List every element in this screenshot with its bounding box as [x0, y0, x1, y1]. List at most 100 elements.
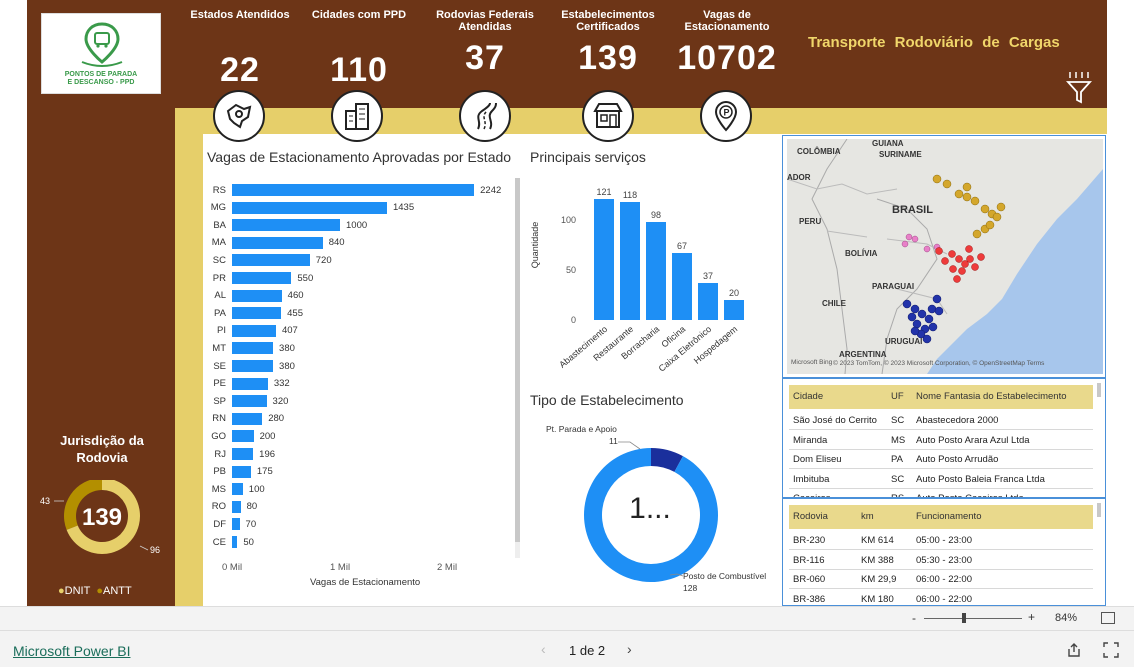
map-point[interactable] [927, 304, 937, 314]
col-header-city[interactable]: Cidade [793, 391, 823, 402]
filter-icon[interactable] [1065, 70, 1093, 104]
map-point[interactable] [965, 245, 973, 253]
bar[interactable] [232, 518, 240, 531]
bar-row-rn[interactable]: RN 280 [210, 412, 284, 426]
table-row[interactable]: BR-386 KM 180 06:00 - 22:00 [789, 590, 1093, 606]
bar-row-sc[interactable]: SC 720 [210, 253, 332, 267]
bar[interactable] [232, 307, 282, 320]
bar-row-mt[interactable]: MT 380 [210, 341, 295, 355]
bar[interactable] [232, 272, 292, 284]
table-row[interactable]: BR-230 KM 614 05:00 - 23:00 [789, 531, 1093, 550]
bar-row-se[interactable]: SE 380 [210, 359, 295, 373]
map-point[interactable] [907, 312, 917, 322]
map-point[interactable] [905, 233, 913, 241]
prev-page-icon[interactable]: ‹ [541, 641, 546, 657]
bar[interactable] [232, 201, 387, 214]
map-point[interactable] [924, 314, 934, 324]
service-bar[interactable] [620, 202, 640, 320]
map-point[interactable] [917, 309, 927, 319]
bar-row-df[interactable]: DF 70 [210, 517, 256, 531]
map-point[interactable] [966, 255, 974, 263]
bar[interactable] [232, 342, 274, 355]
col-header-hours[interactable]: Funcionamento [916, 511, 981, 522]
map-point[interactable] [910, 304, 920, 314]
map-point[interactable] [902, 299, 912, 309]
table-row[interactable]: Imbituba SC Auto Posto Baleia Franca Ltda [789, 470, 1093, 489]
map-point[interactable] [996, 202, 1006, 212]
bar[interactable] [232, 465, 251, 478]
map-point[interactable] [955, 255, 963, 263]
bar[interactable] [232, 254, 310, 267]
table-row[interactable]: Dom Eliseu PA Auto Posto Arrudão [789, 450, 1093, 469]
bar[interactable] [232, 395, 267, 408]
legend-antt[interactable]: ●ANTT [96, 585, 131, 597]
col-header-uf[interactable]: UF [891, 391, 904, 402]
establishments-table[interactable]: Cidade UF Nome Fantasia do Estabelecimen… [782, 378, 1106, 498]
map-point[interactable] [953, 275, 961, 283]
map-point[interactable] [954, 189, 964, 199]
next-page-icon[interactable]: › [627, 641, 632, 657]
bar[interactable] [232, 360, 274, 372]
table-row[interactable]: São José do Cerrito SC Abastecedora 2000 [789, 411, 1093, 430]
service-bar[interactable] [672, 253, 692, 320]
zoom-out-button[interactable]: - [912, 611, 916, 625]
table-row[interactable]: BR-116 KM 388 05:30 - 23:00 [789, 551, 1093, 570]
zoom-in-button[interactable]: + [1028, 610, 1035, 624]
bar[interactable] [232, 377, 268, 390]
bar[interactable] [232, 219, 340, 232]
map-visual[interactable]: COLÔMBIA GUIANA SURINAME ADOR BRASIL PER… [787, 139, 1103, 374]
map-point[interactable] [941, 257, 949, 265]
bar[interactable] [232, 289, 282, 302]
bar[interactable] [232, 324, 276, 337]
map-point[interactable] [977, 253, 985, 261]
map-point[interactable] [949, 265, 957, 273]
zoom-slider[interactable] [924, 618, 1022, 619]
bar[interactable] [232, 236, 323, 249]
service-bar[interactable] [724, 300, 744, 320]
bar[interactable] [232, 500, 241, 513]
col-header-km[interactable]: km [861, 511, 874, 522]
bar-row-al[interactable]: AL 460 [210, 289, 304, 303]
service-bar[interactable] [646, 222, 666, 320]
map-point[interactable] [971, 263, 979, 271]
map-point[interactable] [923, 245, 931, 253]
bar-row-pe[interactable]: PE 332 [210, 377, 290, 391]
table-row[interactable]: CacoirosRSAuto Posto Cacoiros Ltda [789, 489, 1093, 497]
map-attribution[interactable]: © 2023 TomTom, © 2023 Microsoft Corporat… [833, 360, 1044, 367]
map-point[interactable] [942, 179, 952, 189]
services-bar-chart[interactable]: Quantidade100500121Abastecimento118Resta… [528, 170, 778, 375]
bar-row-sp[interactable]: SP 320 [210, 394, 288, 408]
bar-row-ce[interactable]: CE 50 [210, 535, 254, 549]
map-point[interactable] [948, 250, 956, 258]
table-scrollbar[interactable] [1097, 503, 1101, 517]
table-row[interactable]: BR-060 KM 29,9 06:00 - 22:00 [789, 570, 1093, 589]
bar-row-pr[interactable]: PR 550 [210, 271, 313, 285]
map-point[interactable] [992, 212, 1002, 222]
map-point[interactable] [901, 240, 909, 248]
bar-row-ma[interactable]: MA 840 [210, 236, 345, 250]
bar-row-go[interactable]: GO 200 [210, 429, 275, 443]
bar-row-rs[interactable]: RS 2242 [210, 183, 501, 197]
table-scrollbar[interactable] [1097, 383, 1101, 397]
share-icon[interactable] [1066, 642, 1082, 658]
col-header-name[interactable]: Nome Fantasia do Estabelecimento [916, 391, 1067, 402]
map-point[interactable] [934, 306, 944, 316]
map-point[interactable] [932, 294, 942, 304]
map-point[interactable] [912, 319, 922, 329]
map-point[interactable] [958, 267, 966, 275]
bar-row-ro[interactable]: RO 80 [210, 500, 257, 514]
bar-row-pb[interactable]: PB 175 [210, 465, 273, 479]
legend-dnit[interactable]: ●DNIT [58, 585, 90, 597]
power-bi-link[interactable]: Microsoft Power BI [13, 643, 130, 659]
zoom-slider-thumb[interactable] [962, 613, 966, 623]
bar-row-pa[interactable]: PA 455 [210, 306, 303, 320]
bar-row-ms[interactable]: MS 100 [210, 482, 265, 496]
bar[interactable] [232, 184, 475, 196]
fullscreen-icon[interactable] [1103, 642, 1119, 658]
map-point[interactable] [970, 196, 980, 206]
bar[interactable] [232, 430, 254, 443]
service-bar[interactable] [698, 283, 718, 320]
jurisdiction-donut[interactable]: 139 43 96 [36, 480, 166, 570]
bar[interactable] [232, 448, 254, 460]
bar[interactable] [232, 536, 238, 548]
